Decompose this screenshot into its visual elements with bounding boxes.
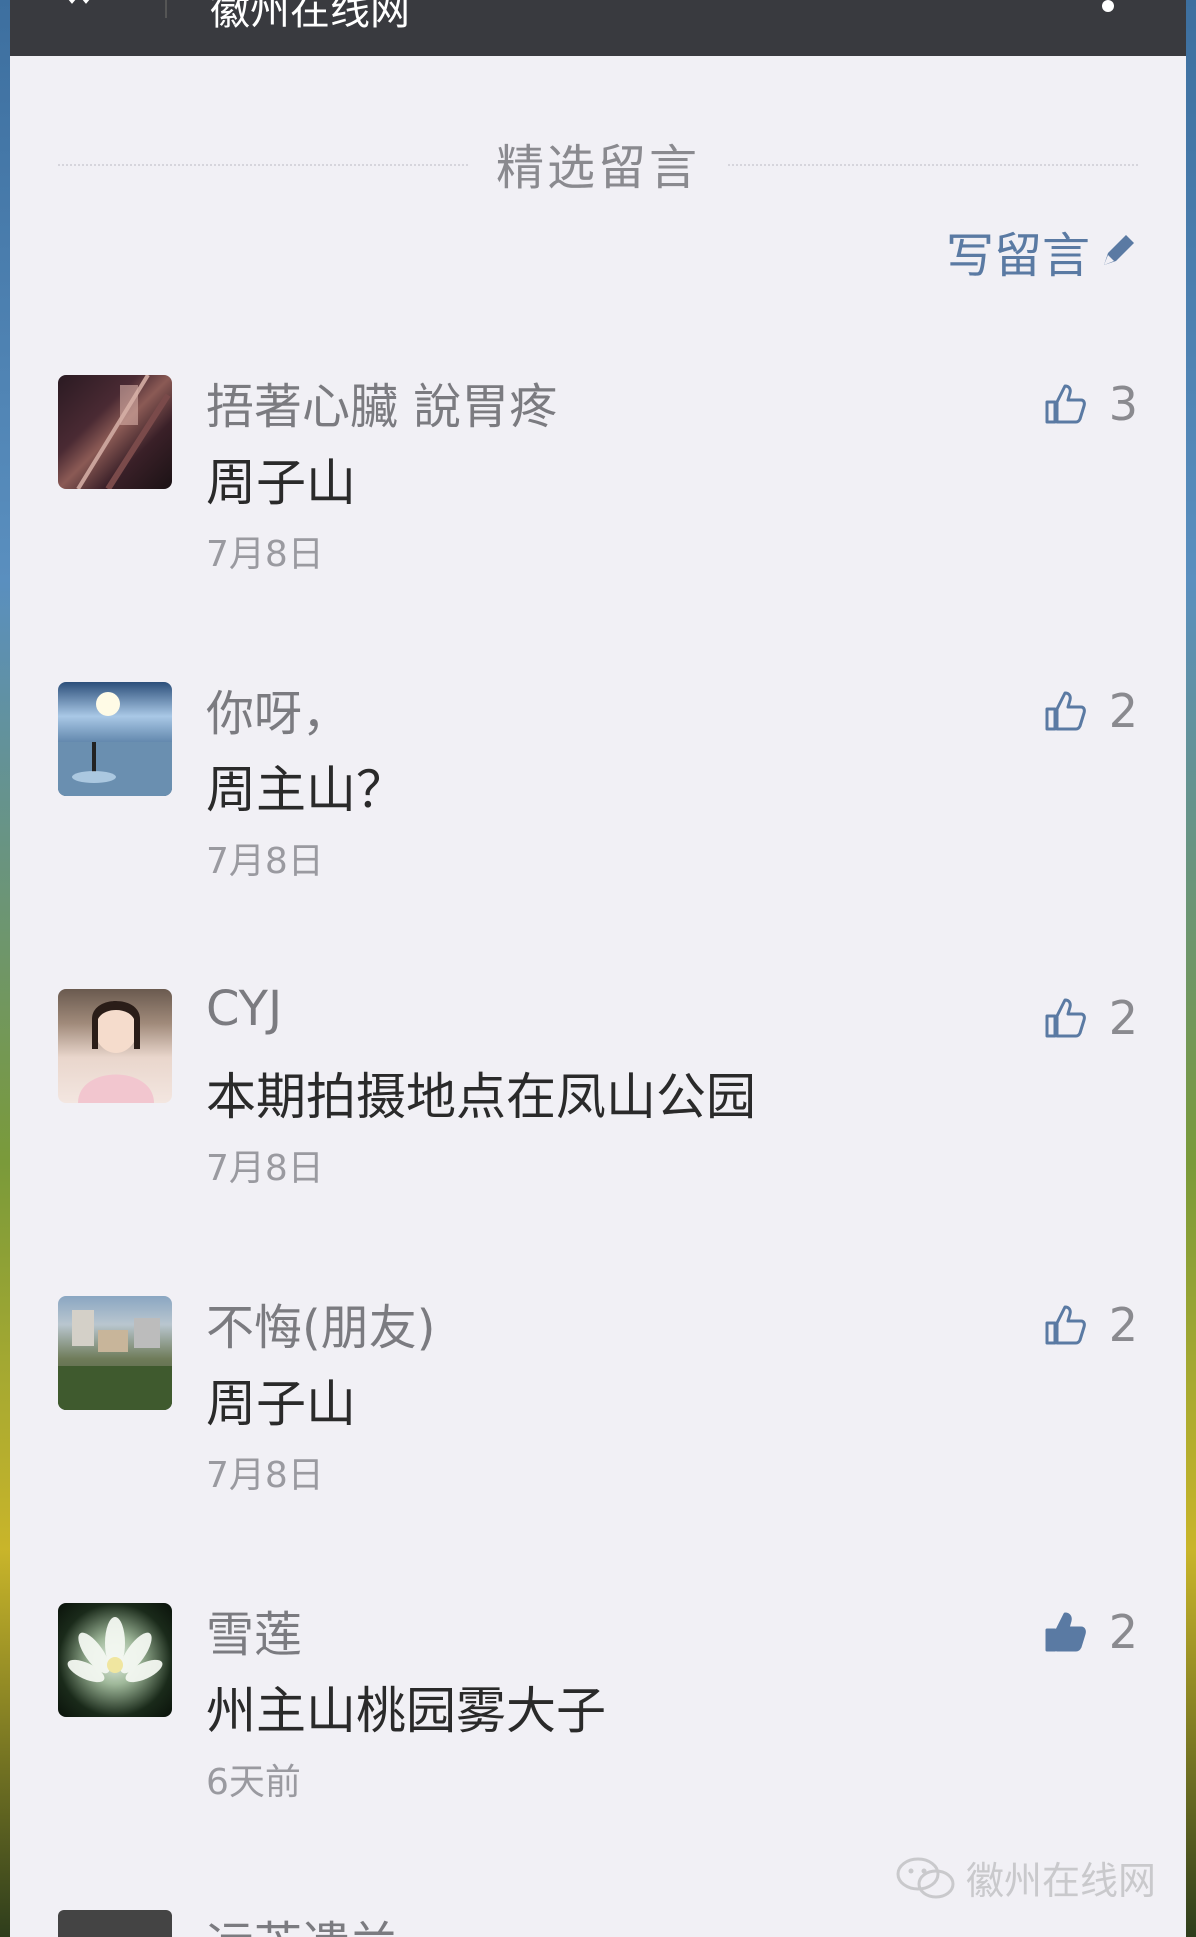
divider-right (728, 164, 1138, 166)
comment-text: 周子山 (206, 454, 356, 512)
more-icon[interactable] (1102, 0, 1114, 12)
avatar-image (67, 1617, 163, 1683)
avatar[interactable] (58, 1910, 172, 1937)
section-title: 精选留言 (495, 140, 700, 196)
comment-text: 周主山？ (206, 761, 406, 819)
thumbs-up-outline-icon (1045, 998, 1086, 1038)
comment-text: 周子山 (206, 1375, 356, 1433)
page-title: 徽州在线网 (210, 0, 410, 34)
comment-item: CYJ 本期拍摄地点在凤山公园 7月8日 2 (10, 981, 1186, 1229)
write-comment-label: 写留言 (945, 228, 1090, 284)
write-comment-button[interactable]: 写留言 (946, 222, 1138, 284)
comment-text: 州主山桃园雾大子 (206, 1682, 606, 1740)
comment-time: 7月8日 (206, 1148, 324, 1189)
like-count: 2 (1108, 1298, 1138, 1352)
like-button[interactable]: 2 (1043, 682, 1138, 740)
phone-screen: 徽州在线网 精选留言 写留言 捂著心臟 說胃疼 周子山 7月8日 3 你呀， 周… (10, 0, 1186, 1937)
top-bar: 徽州在线网 (10, 0, 1186, 56)
comment-nickname[interactable]: CYJ (206, 981, 282, 1037)
comment-nickname[interactable]: 不悔(朋友) (206, 1288, 435, 1358)
comment-nickname[interactable]: 远芳遗兰 (206, 1905, 398, 1937)
like-count: 2 (1108, 684, 1138, 738)
comment-item: 捂著心臟 說胃疼 周子山 7月8日 3 (10, 375, 1186, 615)
like-button[interactable]: 3 (1043, 375, 1138, 433)
section-header: 精选留言 (10, 120, 1186, 196)
thumbs-up-outline-icon (1045, 691, 1086, 731)
comment-item: 雪莲 州主山桃园雾大子 6天前 2 (10, 1603, 1186, 1843)
avatar-image (58, 692, 172, 796)
avatar[interactable] (58, 682, 172, 796)
thumbs-up-outline-icon (1045, 1305, 1086, 1345)
avatar-image (58, 1310, 172, 1410)
comment-item: 不悔(朋友) 周子山 7月8日 2 (10, 1296, 1186, 1536)
comment-nickname[interactable]: 捂著心臟 說胃疼 (206, 367, 557, 437)
watermark-text: 徽州在线网 (965, 1859, 1156, 1903)
pencil-icon (1104, 235, 1134, 265)
comment-time: 7月8日 (206, 534, 324, 575)
like-button[interactable]: 2 (1043, 989, 1138, 1047)
comment-nickname[interactable]: 雪莲 (206, 1595, 302, 1665)
comment-time: 7月8日 (206, 1455, 324, 1496)
avatar[interactable] (58, 1603, 172, 1717)
divider (165, 0, 167, 18)
like-count: 2 (1108, 1605, 1138, 1659)
like-count: 2 (1108, 991, 1138, 1045)
comment-text: 本期拍摄地点在凤山公园 (206, 1068, 756, 1126)
avatar[interactable] (58, 1296, 172, 1410)
watermark: 徽州在线网 (896, 1850, 1156, 1905)
like-button[interactable]: 2 (1043, 1603, 1138, 1661)
avatar-image (76, 375, 171, 489)
like-button[interactable]: 2 (1043, 1296, 1138, 1354)
comment-nickname[interactable]: 你呀， (206, 674, 350, 744)
comment-time: 7月8日 (206, 841, 324, 882)
like-count: 3 (1108, 377, 1138, 431)
avatar[interactable] (58, 989, 172, 1103)
comment-item: 你呀， 周主山？ 7月8日 2 (10, 682, 1186, 922)
comment-time: 6天前 (206, 1762, 301, 1803)
avatar[interactable] (58, 375, 172, 489)
back-icon[interactable] (58, 0, 98, 16)
thumbs-up-filled-icon (1045, 1612, 1086, 1652)
avatar-image (78, 1001, 154, 1103)
wechat-icon (896, 1857, 955, 1898)
thumbs-up-outline-icon (1045, 384, 1086, 424)
